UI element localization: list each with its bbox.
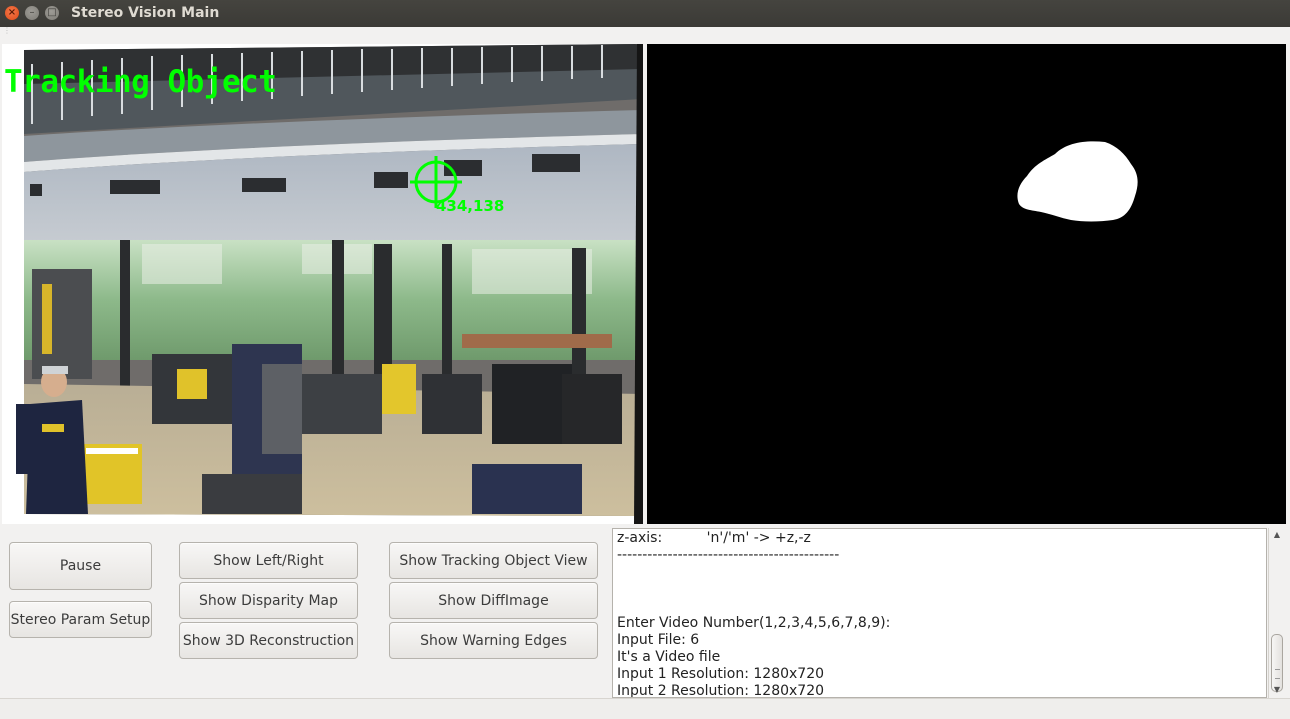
foreground-blob [1017, 141, 1138, 222]
stereo-param-setup-button[interactable]: Stereo Param Setup [9, 601, 152, 638]
mask-image [1017, 141, 1138, 222]
left-camera-view: Tracking Object 434,138 [2, 44, 643, 524]
console-line: z-axis: 'n'/'m' -> +z,-z [617, 530, 811, 546]
window-title: Stereo Vision Main [71, 5, 220, 21]
console-line: Input 1 Resolution: 1280x720 [617, 666, 825, 682]
console-line: It's a Video file [617, 649, 721, 665]
right-mask-view [647, 44, 1286, 524]
toolbar-grip-icon: ⋮ [3, 26, 11, 35]
show-disparity-map-button[interactable]: Show Disparity Map [179, 582, 358, 619]
maximize-icon[interactable]: □ [45, 6, 59, 20]
show-3d-reconstruction-button[interactable]: Show 3D Reconstruction [179, 622, 358, 659]
show-left-right-button[interactable]: Show Left/Right [179, 542, 358, 579]
target-coordinates: 434,138 [436, 197, 505, 215]
console-scrollbar[interactable]: ▲ ▼ [1268, 528, 1284, 698]
console-line: Input File: 6 [617, 632, 700, 648]
title-bar: × – □ Stereo Vision Main [0, 0, 1290, 27]
show-tracking-object-view-button[interactable]: Show Tracking Object View [389, 542, 598, 579]
console-line: Input 2 Resolution: 1280x720 [617, 683, 825, 698]
pause-button[interactable]: Pause [9, 542, 152, 590]
up-arrow-icon[interactable]: ▲ [1272, 531, 1282, 539]
scrollbar-grip-icon [1275, 669, 1280, 679]
console-output[interactable]: z-axis: 'n'/'m' -> +z,-z ---------------… [612, 528, 1267, 698]
tracking-object-label: Tracking Object [4, 64, 277, 100]
scrollbar-thumb[interactable] [1271, 634, 1283, 692]
show-diffimage-button[interactable]: Show DiffImage [389, 582, 598, 619]
minimize-icon[interactable]: – [25, 6, 39, 20]
close-icon[interactable]: × [5, 6, 19, 20]
status-bar [0, 698, 1290, 719]
camera-frame-image [16, 44, 643, 524]
console-line: Enter Video Number(1,2,3,4,5,6,7,8,9): [617, 615, 891, 631]
show-warning-edges-button[interactable]: Show Warning Edges [389, 622, 598, 659]
console-line: ----------------------------------------… [617, 547, 840, 563]
down-arrow-icon[interactable]: ▼ [1272, 686, 1282, 694]
